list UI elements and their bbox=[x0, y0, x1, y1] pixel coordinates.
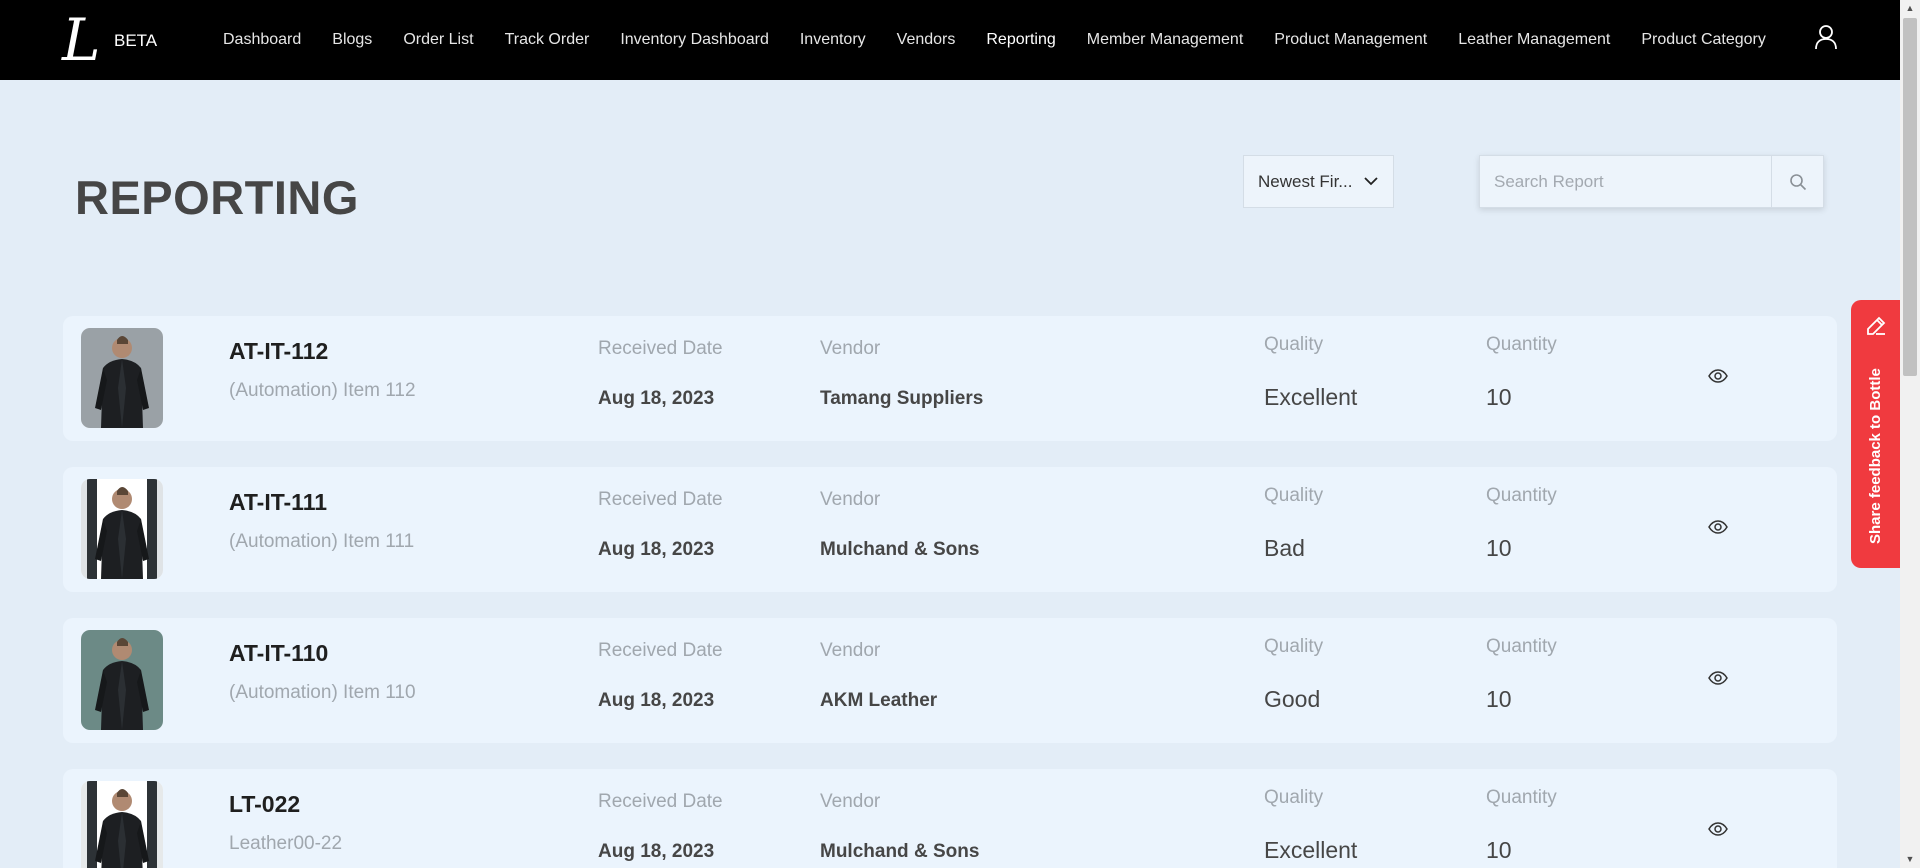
search-box bbox=[1479, 155, 1824, 208]
product-thumbnail bbox=[81, 781, 163, 868]
received-date-label: Received Date bbox=[598, 489, 723, 510]
user-icon[interactable] bbox=[1814, 24, 1838, 50]
chevron-down-icon bbox=[1364, 177, 1378, 186]
jacket-model-image bbox=[81, 781, 163, 868]
nav-menu: Dashboard Blogs Order List Track Order Inven… bbox=[223, 0, 1797, 80]
report-card[interactable]: AT-IT-111 (Automation) Item 111 Received… bbox=[63, 467, 1837, 592]
feedback-label: Share feedback to Bottle bbox=[1867, 368, 1884, 544]
item-name: (Automation) Item 112 bbox=[229, 380, 416, 401]
quantity-value: 10 bbox=[1486, 686, 1512, 712]
quantity-label: Quantity bbox=[1486, 636, 1557, 657]
sort-select[interactable]: Newest Fir... bbox=[1243, 155, 1394, 208]
quantity-value: 10 bbox=[1486, 837, 1512, 863]
search-input[interactable] bbox=[1480, 156, 1771, 207]
sort-selected-value: Newest Fir... bbox=[1258, 171, 1353, 191]
nav-item-inventory[interactable]: Inventory bbox=[800, 31, 866, 49]
beta-badge: BETA bbox=[114, 31, 158, 50]
quantity-value: 10 bbox=[1486, 535, 1512, 561]
nav-item-track-order[interactable]: Track Order bbox=[505, 31, 590, 49]
search-icon bbox=[1789, 173, 1806, 190]
brand-logo: L bbox=[62, 6, 101, 74]
item-name: Leather00-22 bbox=[229, 833, 343, 854]
view-eye-icon[interactable] bbox=[1708, 671, 1728, 685]
vendor-value: Tamang Suppliers bbox=[820, 388, 984, 409]
brand[interactable]: L BETA bbox=[62, 6, 158, 74]
nav-item-dashboard[interactable]: Dashboard bbox=[223, 31, 301, 49]
nav-item-product-category[interactable]: Product Category bbox=[1641, 31, 1766, 49]
page-title: REPORTING bbox=[75, 171, 359, 224]
quality-label: Quality bbox=[1264, 787, 1324, 808]
item-code: LT-022 bbox=[229, 791, 301, 817]
vendor-value: Mulchand & Sons bbox=[820, 539, 980, 560]
nav-item-product-management[interactable]: Product Management bbox=[1274, 31, 1427, 49]
quantity-label: Quantity bbox=[1486, 485, 1557, 506]
report-card[interactable]: LT-022 Leather00-22 Received Date Aug 18… bbox=[63, 769, 1837, 868]
quality-value: Bad bbox=[1264, 535, 1305, 561]
quality-label: Quality bbox=[1264, 485, 1324, 506]
received-date-label: Received Date bbox=[598, 640, 723, 661]
scroll-down-arrow-icon[interactable]: ▼ bbox=[1900, 851, 1920, 868]
received-date-value: Aug 18, 2023 bbox=[598, 841, 715, 862]
quantity-label: Quantity bbox=[1486, 787, 1557, 808]
item-code: AT-IT-110 bbox=[229, 640, 329, 666]
product-thumbnail bbox=[81, 479, 163, 579]
scroll-up-arrow-icon[interactable]: ▲ bbox=[1900, 0, 1920, 17]
report-card[interactable]: AT-IT-112 (Automation) Item 112 Received… bbox=[63, 316, 1837, 441]
received-date-value: Aug 18, 2023 bbox=[598, 539, 715, 560]
nav-item-member-management[interactable]: Member Management bbox=[1087, 31, 1244, 49]
quality-label: Quality bbox=[1264, 636, 1324, 657]
quality-value: Excellent bbox=[1264, 837, 1358, 863]
product-thumbnail bbox=[81, 630, 163, 730]
item-name: (Automation) Item 111 bbox=[229, 531, 415, 552]
vendor-label: Vendor bbox=[820, 338, 881, 359]
view-eye-icon[interactable] bbox=[1708, 369, 1728, 383]
search-button[interactable] bbox=[1771, 156, 1823, 207]
nav-item-reporting[interactable]: Reporting bbox=[986, 31, 1055, 49]
vendor-value: Mulchand & Sons bbox=[820, 841, 980, 862]
item-code: AT-IT-112 bbox=[229, 338, 329, 364]
quality-label: Quality bbox=[1264, 334, 1324, 355]
nav-item-blogs[interactable]: Blogs bbox=[332, 31, 372, 49]
vendor-label: Vendor bbox=[820, 489, 881, 510]
received-date-label: Received Date bbox=[598, 338, 723, 359]
received-date-value: Aug 18, 2023 bbox=[598, 690, 715, 711]
top-navbar: L BETA Dashboard Blogs Order List Track Ord… bbox=[0, 0, 1900, 80]
item-code: AT-IT-111 bbox=[229, 489, 328, 515]
nav-item-vendors[interactable]: Vendors bbox=[897, 31, 956, 49]
received-date-value: Aug 18, 2023 bbox=[598, 388, 715, 409]
jacket-model-image bbox=[81, 479, 163, 579]
received-date-label: Received Date bbox=[598, 791, 723, 812]
report-card[interactable]: AT-IT-110 (Automation) Item 110 Received… bbox=[63, 618, 1837, 743]
quantity-label: Quantity bbox=[1486, 334, 1557, 355]
vendor-label: Vendor bbox=[820, 640, 881, 661]
quality-value: Excellent bbox=[1264, 384, 1358, 410]
feedback-tab[interactable]: Share feedback to Bottle bbox=[1851, 300, 1900, 568]
nav-item-leather-management[interactable]: Leather Management bbox=[1458, 31, 1610, 49]
jacket-model-image bbox=[81, 328, 163, 428]
item-name: (Automation) Item 110 bbox=[229, 682, 416, 703]
quality-value: Good bbox=[1264, 686, 1321, 712]
view-eye-icon[interactable] bbox=[1708, 520, 1728, 534]
vendor-value: AKM Leather bbox=[820, 690, 938, 711]
jacket-model-image bbox=[81, 630, 163, 730]
nav-item-inventory-dashboard[interactable]: Inventory Dashboard bbox=[620, 31, 769, 49]
vendor-label: Vendor bbox=[820, 791, 881, 812]
product-thumbnail bbox=[81, 328, 163, 428]
view-eye-icon[interactable] bbox=[1708, 822, 1728, 836]
quantity-value: 10 bbox=[1486, 384, 1512, 410]
nav-item-order-list[interactable]: Order List bbox=[403, 31, 473, 49]
